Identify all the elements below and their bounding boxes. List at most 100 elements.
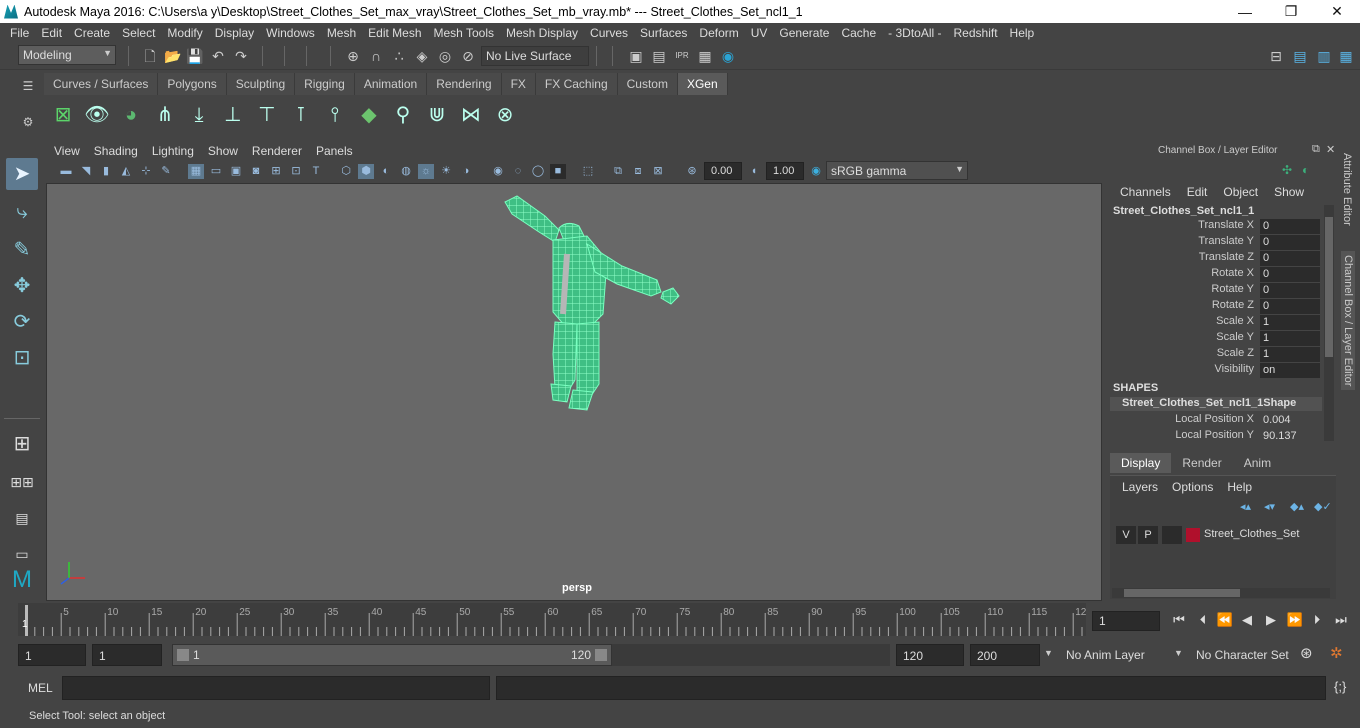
animation-end-field[interactable]: 200: [970, 644, 1040, 666]
layer-name[interactable]: Street_Clothes_Set: [1204, 528, 1299, 540]
tab-attribute-editor[interactable]: Attribute Editor: [1341, 153, 1353, 226]
attr-translate-x[interactable]: Translate X0: [1106, 219, 1320, 235]
panel-menu-panels[interactable]: Panels: [309, 144, 360, 158]
layer-visibility-toggle[interactable]: V: [1116, 526, 1136, 544]
rotate-tool-icon[interactable]: ⟳: [6, 306, 38, 338]
xgen-add-guides-icon[interactable]: ⊥: [218, 99, 248, 131]
command-input[interactable]: [62, 676, 490, 700]
step-back-key-icon[interactable]: ⏪: [1216, 611, 1234, 629]
anim-layer-dropdown[interactable]: No Anim Layer: [1062, 644, 1164, 666]
chevron-down-icon[interactable]: ▼: [1044, 648, 1053, 658]
attr-local-position-x[interactable]: Local Position X 0.004: [1106, 413, 1320, 429]
redo-icon[interactable]: ↷: [233, 48, 249, 64]
playback-end-field[interactable]: 120: [896, 644, 964, 666]
shadows-icon[interactable]: ☀: [438, 164, 454, 179]
new-scene-icon[interactable]: 🗋: [142, 48, 158, 64]
new-empty-layer-icon[interactable]: ◆▴: [1290, 500, 1304, 513]
script-editor-icon[interactable]: {;}: [1334, 679, 1346, 694]
maximize-button[interactable]: ❐: [1268, 0, 1314, 23]
shelf-settings-icon[interactable]: ⚙: [18, 112, 38, 132]
shelf-menu-icon[interactable]: ☰: [18, 76, 38, 96]
tab-fx-caching[interactable]: FX Caching: [535, 73, 618, 95]
xgen-place-guide-icon[interactable]: ⤓: [184, 99, 214, 131]
tab-xgen[interactable]: XGen: [677, 73, 728, 95]
menu-curves[interactable]: Curves: [584, 26, 634, 40]
lasso-tool-icon[interactable]: ⤷: [6, 196, 38, 228]
multisample-aa-icon[interactable]: ◌: [510, 164, 526, 179]
two-d-pan-zoom-icon[interactable]: ⊹: [138, 164, 154, 179]
isolate-select-icon[interactable]: ■: [550, 164, 566, 179]
range-start-handle[interactable]: [177, 649, 189, 661]
xgen-editor-icon[interactable]: ⊠: [48, 99, 78, 131]
film-gate-icon[interactable]: ▭: [208, 164, 224, 179]
menu-show[interactable]: Show: [1274, 185, 1304, 199]
smooth-shade-icon[interactable]: ⬢: [358, 164, 374, 179]
menu-help[interactable]: Help: [1004, 26, 1041, 40]
make-live-icon[interactable]: ⊘: [460, 48, 476, 64]
scale-tool-icon[interactable]: ⊡: [6, 342, 38, 374]
exposure-icon[interactable]: ⊛: [684, 164, 700, 179]
menu-surfaces[interactable]: Surfaces: [634, 26, 693, 40]
panel-menu-view[interactable]: View: [46, 144, 87, 158]
menu-uv[interactable]: UV: [745, 26, 774, 40]
menu-windows[interactable]: Windows: [260, 26, 321, 40]
menu-help[interactable]: Help: [1227, 480, 1252, 494]
safe-title-icon[interactable]: T: [308, 164, 324, 179]
save-scene-icon[interactable]: 💾: [186, 48, 203, 64]
attr-scale-x[interactable]: Scale X1: [1106, 315, 1320, 331]
grid-icon[interactable]: ▦: [188, 164, 204, 179]
paint-select-tool-icon[interactable]: ✎: [6, 234, 38, 266]
command-language-label[interactable]: MEL: [28, 681, 53, 695]
menu-options[interactable]: Options: [1172, 480, 1213, 494]
mode-dropdown[interactable]: Modeling ▼: [18, 45, 116, 65]
depth-of-field-icon[interactable]: ◯: [530, 164, 546, 179]
channel-scrollbar[interactable]: [1324, 205, 1334, 441]
menu-mesh-tools[interactable]: Mesh Tools: [428, 26, 500, 40]
menu-object[interactable]: Object: [1223, 185, 1258, 199]
tab-curves-surfaces[interactable]: Curves / Surfaces: [44, 73, 159, 95]
menu-3dtoall[interactable]: - 3DtoAll -: [882, 26, 947, 40]
workspace-icon[interactable]: ⊟: [1268, 48, 1284, 64]
tab-polygons[interactable]: Polygons: [158, 73, 227, 95]
tab-rendering[interactable]: Rendering: [427, 73, 502, 95]
color-management-icon[interactable]: ◉: [808, 164, 824, 179]
attr-translate-y[interactable]: Translate Y0: [1106, 235, 1320, 251]
xgen-lock-guides-icon[interactable]: ⊺: [286, 99, 316, 131]
xgen-grooming-icon[interactable]: ◆: [354, 99, 384, 131]
wireframe-on-shaded-icon[interactable]: ◐: [378, 164, 394, 179]
step-forward-key-icon[interactable]: ⏩: [1286, 611, 1304, 629]
gamma-icon[interactable]: ◖: [746, 164, 762, 179]
auto-key-icon[interactable]: ⊛: [1300, 644, 1320, 664]
attr-rotate-y[interactable]: Rotate Y0: [1106, 283, 1320, 299]
xray-joints-icon[interactable]: ⧉: [610, 164, 626, 179]
panel-menu-renderer[interactable]: Renderer: [245, 144, 309, 158]
new-layer-selected-icon[interactable]: ◆✓: [1314, 500, 1332, 513]
attr-rotate-x[interactable]: Rotate X0: [1106, 267, 1320, 283]
tab-rigging[interactable]: Rigging: [295, 73, 355, 95]
motion-blur-icon[interactable]: ◉: [490, 164, 506, 179]
resolution-gate-icon[interactable]: ▣: [228, 164, 244, 179]
toggle-attribute-editor-icon[interactable]: ▤: [1292, 48, 1308, 64]
wireframe-icon[interactable]: ⬡: [338, 164, 354, 179]
play-forwards-icon[interactable]: ▶: [1262, 611, 1280, 629]
xgen-add-guide-icon[interactable]: ⋔: [150, 99, 180, 131]
single-perspective-layout-icon[interactable]: ⊞: [6, 428, 38, 460]
panel-menu-show[interactable]: Show: [201, 144, 245, 158]
undo-icon[interactable]: ↶: [210, 48, 226, 64]
time-slider[interactable]: 5 10 15 20 25 30 35 40 45 50 55 60 65 70 75 80 85 90 95 100…: [18, 603, 1087, 636]
tab-fx[interactable]: FX: [501, 73, 536, 95]
menu-select[interactable]: Select: [116, 26, 161, 40]
xgen-normalize-guides-icon[interactable]: ⋈: [456, 99, 486, 131]
step-forward-frame-icon[interactable]: ⏵: [1308, 611, 1326, 629]
move-layer-down-icon[interactable]: ◂▾: [1264, 500, 1275, 513]
snap-point-icon[interactable]: ∴: [391, 48, 407, 64]
object-name[interactable]: Street_Clothes_Set_ncl1_1: [1113, 205, 1254, 217]
move-layer-up-icon[interactable]: ◂▴: [1240, 500, 1251, 513]
xgen-create-description-icon[interactable]: ◕: [116, 99, 146, 131]
float-panel-icon[interactable]: ⧉: [1312, 143, 1320, 156]
screen-space-ao-icon[interactable]: ◑: [458, 164, 474, 179]
range-end-handle[interactable]: [595, 649, 607, 661]
xgen-delete-guides-icon[interactable]: ⊗: [490, 99, 520, 131]
viewport-persp[interactable]: persp: [46, 183, 1102, 601]
range-slider[interactable]: 1 120: [172, 644, 612, 666]
